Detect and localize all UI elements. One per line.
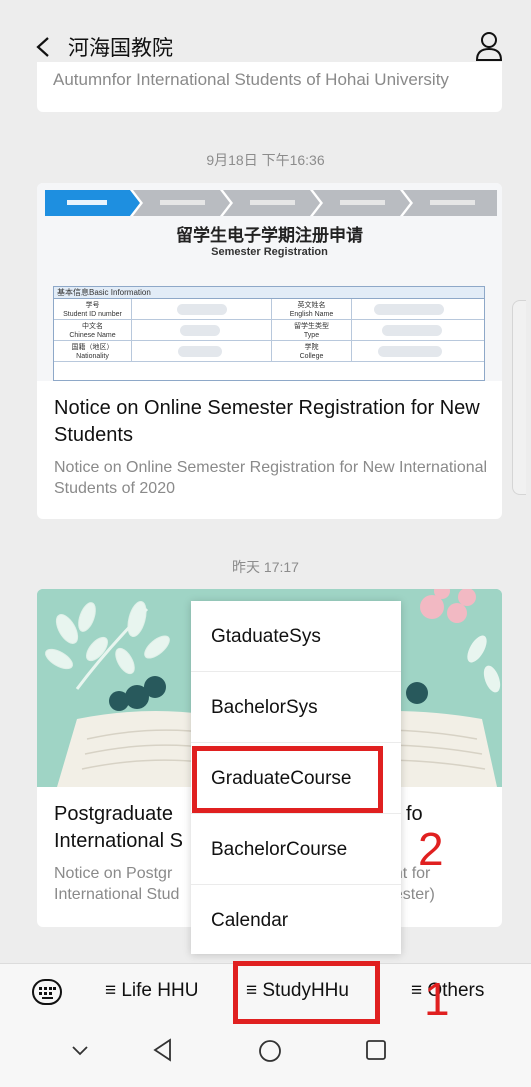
message-timestamp: 昨天 17:17 (232, 559, 299, 575)
form-cell-label: 国籍（地区） Nationality (54, 341, 132, 361)
form-title: 留学生电子学期注册申请 (176, 226, 363, 245)
form-cell-value (352, 299, 484, 319)
submenu-item-graduate-sys[interactable]: GtaduateSys (191, 601, 401, 672)
form-row: 学号 Student ID number 英文姓名 English Name (54, 299, 484, 320)
form-cell-value (352, 320, 484, 340)
form-subtitle: Semester Registration (211, 246, 328, 258)
submenu-item-bachelor-sys[interactable]: BachelorSys (191, 672, 401, 743)
chevron-down-icon[interactable] (70, 1043, 90, 1057)
article-cover-image: 留学生电子学期注册申请 Semester Registration 基本信息Ba… (37, 183, 502, 381)
back-arrow-icon[interactable] (34, 36, 56, 58)
form-cell-value (132, 299, 272, 319)
form-cell-label: 中文名 Chinese Name (54, 320, 132, 340)
page-title: 河海国教院 (68, 37, 173, 60)
previous-article-card[interactable]: Autumnfor International Students of Hoha… (37, 62, 502, 112)
keyboard-icon[interactable] (30, 979, 64, 1005)
highlight-box-graduate-course (192, 746, 383, 813)
form-row: 国籍（地区） Nationality 学院 College (54, 341, 484, 362)
submenu-item-calendar[interactable]: Calendar (191, 885, 401, 956)
form-cell-value (132, 320, 272, 340)
form-table: 基本信息Basic Information 学号 Student ID numb… (53, 286, 485, 381)
annotation-label-1: 1 (424, 973, 450, 1025)
article-desc-left: Notice on Postgr (54, 865, 173, 882)
highlight-box-study-hhu (233, 961, 380, 1024)
form-cell-label: 英文姓名 English Name (272, 299, 352, 319)
recent-apps-icon[interactable] (365, 1039, 387, 1061)
form-cell-value (132, 341, 272, 361)
form-cell-value (352, 341, 484, 361)
profile-icon[interactable] (474, 30, 504, 62)
form-section-label: 基本信息Basic Information (54, 287, 484, 299)
article-desc-left-2: International Stud (54, 886, 180, 903)
article-description: Notice on Online Semester Registration f… (54, 459, 488, 497)
submenu-item-bachelor-course[interactable]: BachelorCourse (191, 814, 401, 885)
article-card-registration[interactable]: 留学生电子学期注册申请 Semester Registration 基本信息Ba… (37, 183, 502, 519)
article-title: Notice on Online Semester Registration f… (54, 397, 480, 446)
menu-life-hhu[interactable]: ≡ Life HHU (105, 980, 198, 1002)
form-cell-label: 学院 College (272, 341, 352, 361)
annotation-label-2: 2 (418, 823, 444, 875)
registration-steps-bar (45, 190, 497, 216)
system-nav-bar (0, 1021, 531, 1087)
message-timestamp: 9月18日 下午16:36 (206, 152, 325, 168)
previous-article-desc: Autumnfor International Students of Hoha… (53, 70, 449, 89)
home-circle-icon[interactable] (257, 1038, 283, 1064)
form-row: 中文名 Chinese Name 留学生类型 Type (54, 320, 484, 341)
form-cell-label: 留学生类型 Type (272, 320, 352, 340)
form-cell-label: 学号 Student ID number (54, 299, 132, 319)
scroll-indicator[interactable] (512, 300, 526, 495)
back-triangle-icon[interactable] (152, 1038, 174, 1062)
